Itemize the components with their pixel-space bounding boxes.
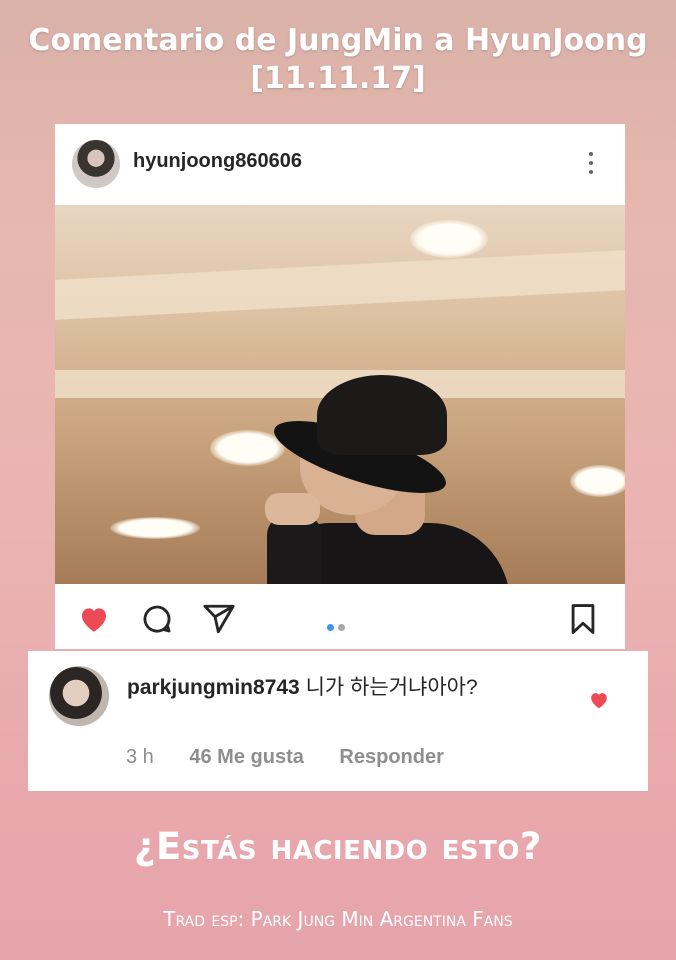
reply-button[interactable]: Responder — [339, 746, 443, 768]
post-photo[interactable] — [55, 205, 625, 584]
bucket-hat — [317, 375, 447, 455]
ceiling-beam — [55, 250, 625, 320]
title-line-1: Comentario de JungMin a HyunJoong — [28, 23, 648, 58]
post-username[interactable]: hyunjoong860606 — [133, 150, 302, 173]
person-hand — [265, 493, 320, 525]
translation-credit: Trad esp: Park Jung Min Argentina Fans — [163, 907, 513, 931]
translation-caption: ¿Estás haciendo esto? — [134, 825, 542, 868]
comment: parkjungmin8743 니가 하는거냐아아? 3 h 46 Me gus… — [28, 651, 648, 791]
comment-meta: 3 h 46 Me gusta Responder — [126, 746, 474, 769]
ceiling-light — [210, 430, 285, 466]
post-avatar[interactable] — [72, 140, 120, 188]
title-date: [11.11.17] — [250, 61, 426, 96]
comment-heart-icon[interactable] — [587, 689, 611, 711]
heart-icon[interactable] — [77, 602, 111, 636]
post-header: hyunjoong860606 — [55, 124, 625, 204]
ceiling-light — [110, 517, 200, 539]
page-title: Comentario de JungMin a HyunJoong [11.11… — [0, 22, 676, 98]
carousel-dots — [327, 616, 349, 635]
comment-time: 3 h — [126, 746, 154, 768]
comment-username[interactable]: parkjungmin8743 — [127, 676, 300, 699]
comment-text: 니가 하는거냐아아? — [305, 676, 478, 699]
person-arm — [267, 515, 322, 584]
comment-icon[interactable] — [140, 602, 174, 636]
carousel-dot-active — [327, 624, 334, 631]
more-vertical-icon[interactable] — [587, 152, 595, 180]
ceiling-light — [410, 220, 488, 258]
comment-body: parkjungmin8743 니가 하는거냐아아? — [127, 673, 567, 703]
bookmark-icon[interactable] — [566, 602, 600, 636]
carousel-dot — [338, 624, 345, 631]
ceiling-light — [570, 465, 625, 497]
comment-avatar[interactable] — [49, 666, 109, 726]
comment-likes[interactable]: 46 Me gusta — [189, 746, 303, 768]
instagram-post-card: hyunjoong860606 — [55, 124, 625, 649]
post-actions — [55, 584, 625, 649]
share-icon[interactable] — [202, 602, 236, 636]
